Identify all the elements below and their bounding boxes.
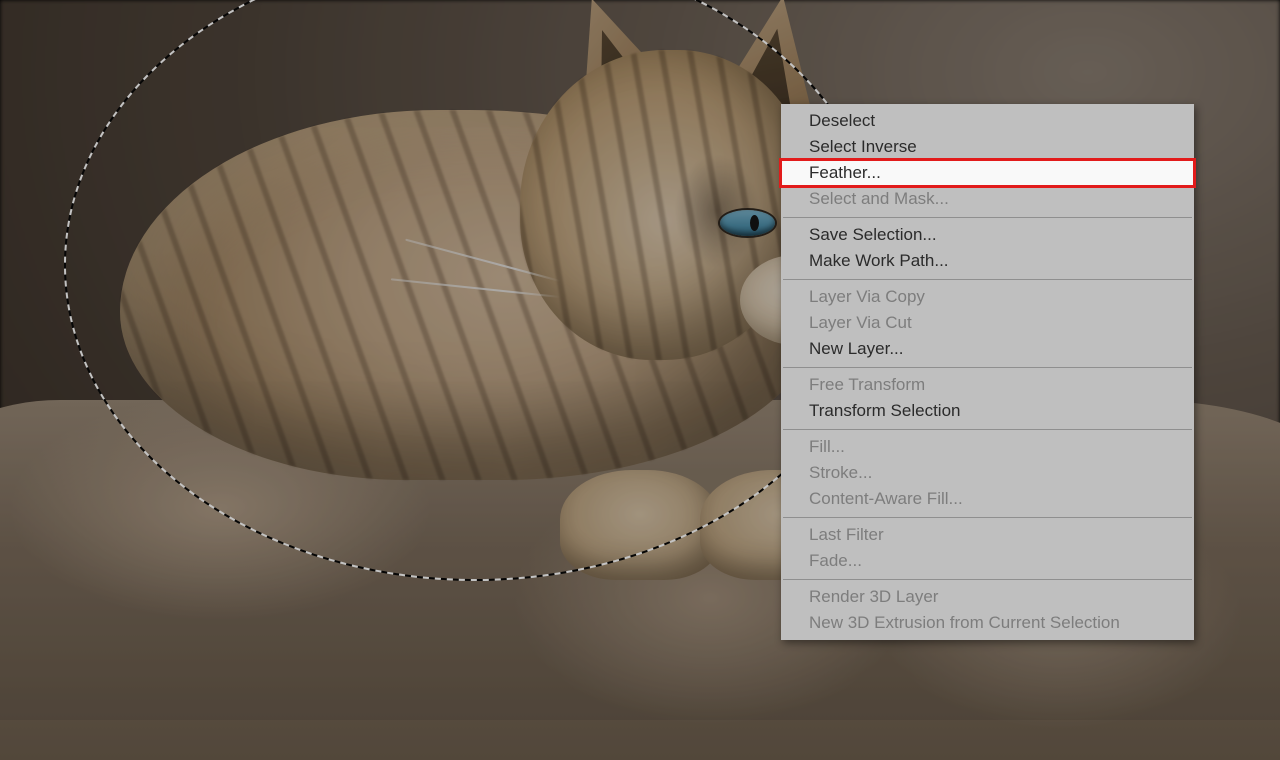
menu-item-fill: Fill...: [781, 434, 1194, 460]
menu-item-fade: Fade...: [781, 548, 1194, 574]
menu-item-make-work-path[interactable]: Make Work Path...: [781, 248, 1194, 274]
photo-cat-paw: [560, 470, 720, 580]
menu-item-new-layer[interactable]: New Layer...: [781, 336, 1194, 362]
selection-context-menu[interactable]: DeselectSelect InverseFeather...Select a…: [781, 104, 1194, 640]
menu-item-feather[interactable]: Feather...: [781, 160, 1194, 186]
photo-cat-eye: [720, 210, 775, 236]
menu-item-layer-via-copy: Layer Via Copy: [781, 284, 1194, 310]
menu-separator: [783, 217, 1192, 218]
menu-separator: [783, 429, 1192, 430]
menu-item-layer-via-cut: Layer Via Cut: [781, 310, 1194, 336]
menu-separator: [783, 579, 1192, 580]
menu-separator: [783, 279, 1192, 280]
menu-item-render-3d-layer: Render 3D Layer: [781, 584, 1194, 610]
menu-item-free-transform: Free Transform: [781, 372, 1194, 398]
menu-item-select-inverse[interactable]: Select Inverse: [781, 134, 1194, 160]
menu-separator: [783, 367, 1192, 368]
menu-item-select-and-mask: Select and Mask...: [781, 186, 1194, 212]
menu-item-content-aware-fill: Content-Aware Fill...: [781, 486, 1194, 512]
menu-item-save-selection[interactable]: Save Selection...: [781, 222, 1194, 248]
menu-item-deselect[interactable]: Deselect: [781, 108, 1194, 134]
menu-item-stroke: Stroke...: [781, 460, 1194, 486]
menu-item-transform-selection[interactable]: Transform Selection: [781, 398, 1194, 424]
menu-item-last-filter: Last Filter: [781, 522, 1194, 548]
menu-item-new-3d-extrusion: New 3D Extrusion from Current Selection: [781, 610, 1194, 636]
menu-separator: [783, 517, 1192, 518]
